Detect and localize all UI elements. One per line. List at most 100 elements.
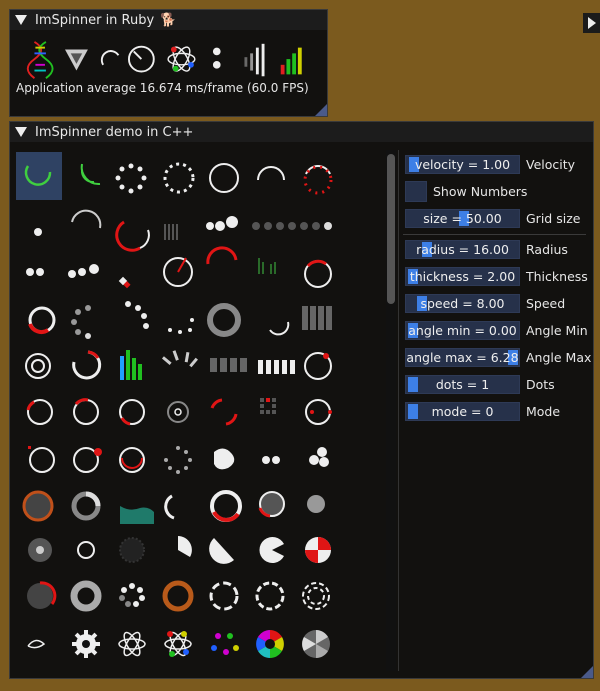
ruby-spinners (26, 41, 302, 79)
demo-window-title: ImSpinner demo in C++ (35, 124, 194, 140)
grey-squares-icon (210, 358, 247, 372)
angle-min-slider[interactable]: angle min = 0.00 (405, 321, 520, 340)
dot-grid-icon (260, 398, 276, 414)
thickness-label: Thickness (526, 269, 588, 284)
bars-spinner-icon (244, 43, 265, 77)
mode-slider-grab[interactable] (408, 404, 418, 419)
speed-label: Speed (526, 296, 566, 311)
dog-icon: 🐕 (160, 12, 177, 28)
velocity-slider[interactable]: velocity = 1.00 (405, 155, 520, 174)
grid-scrollbar[interactable] (386, 150, 396, 671)
red-arc-icon (115, 220, 150, 252)
grey-wheel-icon (302, 630, 330, 658)
demo-window-titlebar[interactable]: ImSpinner demo in C++ (10, 122, 593, 142)
rainbow-wheel-icon (256, 630, 284, 658)
red-ring-icon (304, 259, 332, 288)
double-dash-ring-icon (302, 582, 330, 610)
arc-dots-icon (125, 301, 149, 329)
level-bars-icon (280, 47, 302, 75)
dots-spinner-icon (212, 47, 221, 56)
mode-slider[interactable]: mode = 0 (405, 402, 520, 421)
grey-bars-icon (164, 224, 178, 240)
small-ring-icon (77, 541, 95, 559)
ring-red-point-icon (305, 399, 332, 425)
fps-text: Application average 16.674 ms/frame (60.… (16, 81, 309, 95)
dot-ring-spinner-icon (115, 163, 147, 194)
fading-dot-circle-icon (164, 446, 192, 474)
triple-circle-icon (309, 447, 329, 467)
speed-row: speed = 8.00 Speed (405, 293, 565, 314)
three-dots-icon (68, 264, 99, 278)
half-arc-icon (257, 166, 285, 181)
grey-fill-ring-icon (71, 491, 101, 521)
dna-spinner-icon (26, 41, 54, 79)
dash-ring-icon (209, 581, 239, 611)
grey-donut-icon (70, 580, 102, 612)
red-white-ring-icon (210, 490, 242, 522)
grey-dots-icon (252, 222, 296, 230)
pie-chunk-icon (209, 538, 234, 564)
atom-orbit-icon (118, 631, 146, 657)
double-ring-icon (119, 447, 145, 473)
fade-dot-ring-icon (71, 305, 91, 339)
dots-slider-grab[interactable] (408, 377, 418, 392)
angle-min-row: angle min = 0.00 Angle Min (405, 320, 588, 341)
thick-ring-icon (207, 303, 241, 337)
growing-dots-icon (206, 216, 238, 231)
show-numbers-checkbox[interactable] (405, 181, 427, 202)
gauge-icon (163, 257, 193, 287)
controls-separator (403, 234, 586, 235)
pacman-icon (259, 537, 284, 563)
blob-icon (214, 448, 235, 470)
velocity-label: Velocity (526, 157, 576, 172)
color-dots-icon (211, 633, 239, 655)
speed-slider[interactable]: speed = 8.00 (405, 294, 520, 313)
fan-bars-icon (161, 350, 198, 368)
scrollbar-thumb[interactable] (387, 154, 395, 304)
collapse-arrow-icon[interactable] (15, 127, 27, 137)
size-label: Grid size (526, 211, 581, 226)
play-icon (588, 17, 596, 29)
wifi-spinner-icon (80, 163, 101, 186)
fade-arc-icon (71, 209, 102, 229)
ring-red-bottom-icon (119, 399, 145, 426)
ruby-window: ImSpinner in Ruby 🐕 Application average … (9, 9, 328, 117)
dark-dots-icon (300, 222, 332, 230)
thin-arc-icon (269, 321, 290, 336)
angle-max-slider[interactable]: angle max = 6.28 (405, 348, 520, 367)
resize-grip[interactable] (315, 104, 327, 116)
clock-spinner-icon (128, 45, 155, 73)
dot-icon (34, 228, 42, 236)
resize-grip[interactable] (581, 666, 593, 678)
double-dot-icon (262, 456, 280, 464)
segmented-ring-icon (255, 581, 285, 611)
red-drop-icon (118, 276, 131, 289)
collapse-arrow-icon[interactable] (15, 15, 27, 25)
dots-slider[interactable]: dots = 1 (405, 375, 520, 394)
loop-icon (27, 639, 46, 649)
target-icon (167, 401, 189, 423)
show-numbers-label: Show Numbers (433, 184, 528, 199)
flower-spinner-icon (119, 583, 145, 607)
ring-red-blob-icon (73, 447, 102, 473)
grey-disc-icon (307, 495, 325, 513)
collapsed-window-button[interactable] (583, 13, 600, 33)
green-bars-icon (258, 258, 276, 274)
grey-block-bars-icon (302, 306, 332, 330)
angle-max-row: angle max = 6.28 Angle Max (405, 347, 591, 368)
red-arc-disc-icon (27, 581, 57, 609)
size-row: size = 50.00 Grid size (405, 208, 580, 229)
radius-slider[interactable]: radius = 16.00 (405, 240, 520, 259)
red-gradient-arc-icon (206, 246, 238, 265)
thickness-row: thickness = 2.00 Thickness (405, 266, 588, 287)
thickness-slider[interactable]: thickness = 2.00 (405, 267, 520, 286)
spinner-grid (16, 152, 333, 658)
red-split-arc-icon (210, 398, 238, 426)
teal-wave-icon (120, 506, 154, 524)
small-dot-ring-icon (168, 318, 194, 334)
show-numbers-row: Show Numbers (405, 181, 527, 202)
size-slider[interactable]: size = 50.00 (405, 209, 520, 228)
ruby-window-titlebar[interactable]: ImSpinner in Ruby 🐕 (10, 10, 327, 30)
red-quarter-ring-icon (258, 491, 285, 518)
orange-ring-icon (22, 490, 54, 522)
